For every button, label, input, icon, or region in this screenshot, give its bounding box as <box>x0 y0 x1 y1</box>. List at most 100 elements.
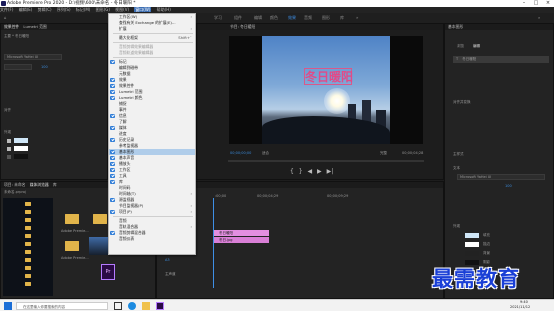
clock-date[interactable]: 2021/11/12 <box>510 305 530 309</box>
workspace-tab[interactable]: 图形 <box>322 13 330 23</box>
quality-dropdown[interactable]: 完整 <box>380 151 387 156</box>
ruler-end: 00;00;09;29 <box>327 194 349 198</box>
shadow-swatch[interactable] <box>14 154 28 159</box>
timeline-clip-title[interactable]: 冬日暖阳 <box>213 230 269 236</box>
windows-start-icon[interactable] <box>4 302 12 310</box>
workspace-tab[interactable]: 编辑 <box>254 13 262 23</box>
font-style-dropdown[interactable] <box>4 64 32 70</box>
menu-separator <box>113 42 193 43</box>
tab-effect-controls[interactable]: 效果控件 <box>4 24 19 29</box>
tab-browse[interactable]: 浏览 <box>457 44 464 49</box>
shadow-checkbox[interactable] <box>7 155 11 159</box>
check-icon <box>110 78 115 82</box>
timecode-current[interactable]: 00;00;00;00 <box>230 151 251 155</box>
search-icon[interactable]: ⌕ <box>538 13 540 23</box>
menu-view[interactable]: 视图(V) <box>115 7 129 12</box>
tab-media-browser[interactable]: 媒体浏览器 <box>30 182 49 187</box>
zoom-fit-dropdown[interactable]: 适合 <box>262 151 269 156</box>
stroke-checkbox[interactable] <box>7 147 11 151</box>
menu-clip[interactable]: 剪辑(C) <box>38 7 52 12</box>
menu-file[interactable]: 文件(F) <box>0 7 13 12</box>
folder-icon <box>25 250 31 254</box>
tab-edit[interactable]: 编辑 <box>473 44 480 49</box>
check-icon <box>110 150 115 154</box>
eg-tabs[interactable]: 基本图形 <box>445 24 553 30</box>
step-forward-icon[interactable]: ▶| <box>327 168 334 175</box>
workspace-tab[interactable]: 效果 <box>288 13 296 23</box>
project-path: 未命名.prproj <box>4 190 26 194</box>
font-size-value[interactable]: 100 <box>41 65 48 69</box>
workspace-tab[interactable]: 组件 <box>234 13 242 23</box>
video-image: 冬日暖阳 <box>262 36 390 144</box>
essential-graphics-panel: 基本图形 浏览 编辑 T 冬日暖阳 对齐并变换 主样式 文本 Microsoft… <box>444 23 554 299</box>
font-dropdown[interactable]: Microsoft YaHei UI <box>4 54 62 60</box>
close-button[interactable]: × <box>542 0 554 7</box>
workspace-bar: ⌂ 学习 组件 编辑 颜色 效果 音频 图形 库 » ⌕ <box>0 13 554 23</box>
folder-icon <box>25 234 31 238</box>
mark-in-icon[interactable]: { <box>290 168 294 175</box>
fill-swatch[interactable] <box>14 138 28 143</box>
playhead-bar[interactable] <box>228 160 424 162</box>
menu-help[interactable]: 帮助(H) <box>157 7 171 12</box>
menu-item-maximize-frame[interactable]: 最大化框架 Shift+` <box>109 35 195 41</box>
background-swatch[interactable] <box>465 251 479 256</box>
workspace-tab[interactable]: 库 <box>340 13 344 23</box>
check-icon <box>110 162 115 166</box>
video-title-text[interactable]: 冬日暖阳 <box>304 68 353 85</box>
premiere-taskbar-icon[interactable] <box>156 302 164 310</box>
fill-swatch-right[interactable] <box>465 233 479 238</box>
playhead-line[interactable] <box>213 198 214 288</box>
browser-icon[interactable] <box>128 302 136 310</box>
menu-sequence[interactable]: 序列(S) <box>57 7 71 12</box>
menu-window[interactable]: 窗口(W) <box>134 7 152 12</box>
mark-out-icon[interactable]: } <box>299 168 303 175</box>
layer-name: 冬日暖阳 <box>462 57 477 61</box>
track-a3[interactable]: A3 <box>165 258 170 262</box>
timeline-tab[interactable]: 冬日暖阳 <box>157 182 443 188</box>
workspace-tab[interactable]: 学习 <box>214 13 222 23</box>
more-icon[interactable]: » <box>356 13 358 23</box>
menu-edit[interactable]: 编辑(E) <box>19 7 33 12</box>
check-icon <box>110 84 115 88</box>
menu-item-projects[interactable]: 项目(P) › <box>109 209 195 215</box>
premiere-file-icon[interactable]: Pr <box>101 264 115 280</box>
menu-marker[interactable]: 标记(M) <box>76 7 91 12</box>
appearance-fill: 填充 <box>483 233 490 237</box>
folder-icon <box>25 202 31 206</box>
task-view-icon[interactable] <box>114 302 122 310</box>
timeline-clip-image[interactable]: 冬日.jpg <box>213 237 269 243</box>
program-tab[interactable]: 节目: 冬日暖阳 <box>197 24 443 30</box>
minimize-button[interactable]: – <box>518 0 530 7</box>
check-icon <box>110 231 115 235</box>
program-video-frame[interactable]: 冬日暖阳 <box>229 36 423 144</box>
eg-font-size[interactable]: 100 <box>505 184 512 188</box>
folder-icon[interactable] <box>142 302 150 310</box>
thumbnail-folder[interactable] <box>61 210 83 228</box>
layer-row[interactable]: T 冬日暖阳 <box>453 56 549 63</box>
thumbnail-folder[interactable] <box>61 237 83 255</box>
workspace-tab[interactable]: 颜色 <box>270 13 278 23</box>
stroke-swatch[interactable] <box>14 146 28 151</box>
menu-item-extensions[interactable]: 扩展 › <box>109 26 195 32</box>
tab-libraries[interactable]: 库 <box>53 182 57 187</box>
section-align: 对齐 <box>4 108 11 112</box>
menu-graphics[interactable]: 图形(G) <box>96 7 110 12</box>
taskbar-search[interactable]: 在这里输入你要搜索的内容 <box>16 302 108 310</box>
home-icon[interactable]: ⌂ <box>4 13 7 23</box>
fill-checkbox[interactable] <box>7 139 11 143</box>
window-title: Adobe Premiere Pro 2020 - D:\视频\600\未命名 … <box>0 0 554 7</box>
clock-time[interactable]: 9:40 <box>520 300 528 304</box>
eg-font-dropdown[interactable]: Microsoft YaHei UI <box>457 174 545 180</box>
app-logo-icon <box>1 1 6 6</box>
play-icon[interactable]: ▶ <box>317 168 322 175</box>
check-icon <box>110 114 115 118</box>
transport-controls: { } ◀ ▶ ▶| <box>290 168 370 176</box>
effect-controls-panel: 效果控件 Lumetri 范围 主要 * 冬日暖阳 Microsoft YaHe… <box>0 23 108 180</box>
menu-item-audio-meters[interactable]: 音频仪表 <box>109 236 195 242</box>
tab-project[interactable]: 项目: 未命名 <box>4 182 25 187</box>
maximize-button[interactable]: □ <box>530 0 542 7</box>
stroke-swatch-right[interactable] <box>465 242 479 247</box>
workspace-tab[interactable]: 音频 <box>304 13 312 23</box>
tab-lumetri-scopes[interactable]: Lumetri 范围 <box>23 24 46 29</box>
step-back-icon[interactable]: ◀ <box>308 168 313 175</box>
